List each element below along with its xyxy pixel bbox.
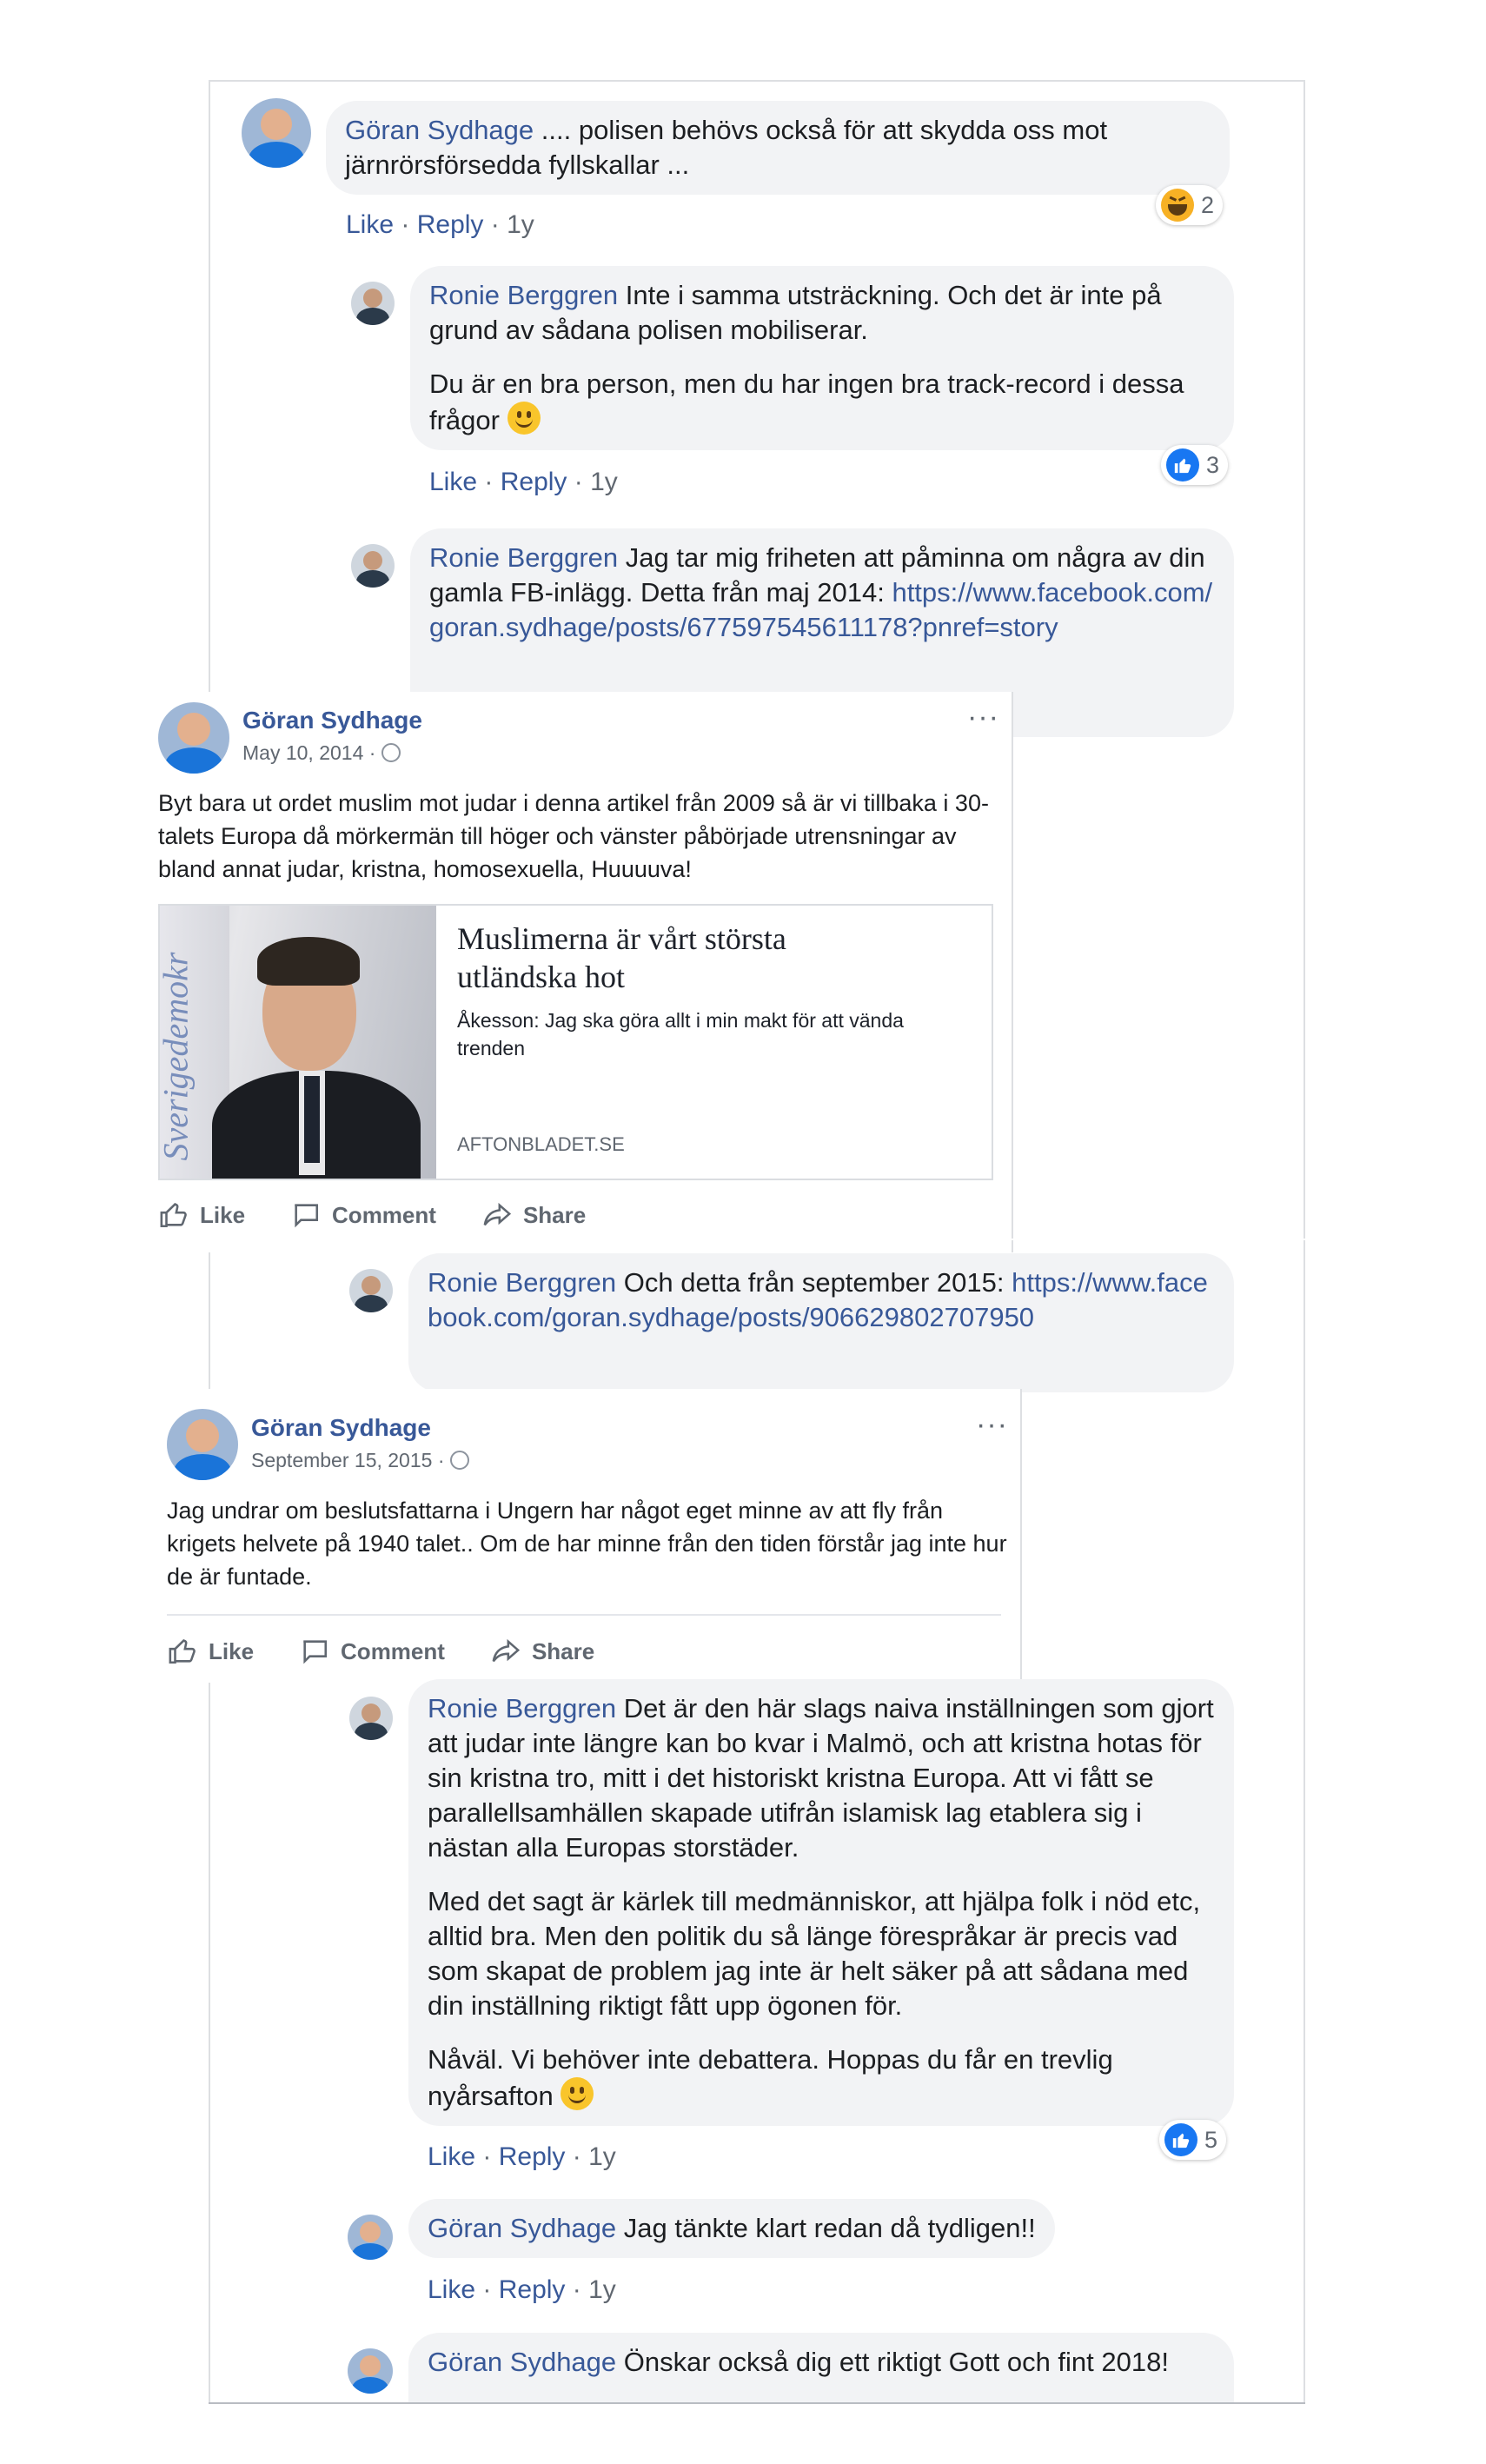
comment-timestamp[interactable]: 1y	[590, 468, 618, 496]
comment-author[interactable]: Ronie Berggren	[428, 1693, 616, 1723]
separator: ·	[572, 2275, 581, 2304]
separator: ·	[572, 2142, 581, 2171]
reaction-count[interactable]: 2	[1156, 185, 1224, 225]
avatar-ronie[interactable]	[349, 1697, 393, 1740]
post-like-button[interactable]: Like	[158, 1200, 245, 1230]
like-link[interactable]: Like	[428, 2275, 475, 2304]
post-options-button[interactable]: ···	[967, 702, 999, 732]
image-watermark-text: Sverigedemokr	[160, 952, 196, 1161]
comment-bubble: Göran Sydhage .... polisen behövs också …	[326, 101, 1230, 195]
post-date[interactable]: May 10, 2014 ·	[242, 741, 401, 765]
comment-author[interactable]: Ronie Berggren	[429, 542, 618, 573]
comment-bubble: Göran Sydhage Jag tänkte klart redan då …	[408, 2199, 1055, 2258]
post-like-button[interactable]: Like	[167, 1637, 254, 1666]
reaction-count[interactable]: 3	[1161, 445, 1229, 485]
comment-actions: Like · Reply · 1y	[429, 468, 618, 497]
comment-timestamp[interactable]: 1y	[588, 2142, 616, 2171]
reaction-number: 2	[1201, 191, 1215, 218]
comment-author[interactable]: Ronie Berggren	[428, 1267, 616, 1298]
comment-author[interactable]: Ronie Berggren	[429, 280, 618, 310]
avatar-ronie[interactable]	[349, 1269, 393, 1312]
like-reaction-icon	[1164, 2123, 1197, 2156]
avatar-goran[interactable]	[348, 2215, 393, 2260]
reply-link[interactable]: Reply	[417, 210, 484, 239]
post-share-button[interactable]: Share	[490, 1637, 594, 1666]
comment-timestamp[interactable]: 1y	[507, 210, 534, 239]
comment-icon	[295, 1204, 319, 1228]
post-comment-button[interactable]: Comment	[290, 1200, 436, 1230]
separator: ·	[484, 468, 494, 496]
comment-text: Önskar också dig ett riktigt Gott och fi…	[623, 2347, 1169, 2377]
comment-icon	[303, 1640, 328, 1664]
separator: ·	[401, 210, 410, 239]
comment-bubble: Ronie Berggren Det är den här slags naiv…	[408, 1679, 1234, 2126]
comment-actions: Like · Reply · 1y	[428, 2142, 616, 2172]
comment-text: Och detta från september 2015:	[623, 1267, 1005, 1298]
comment-text-2: Du är en bra person, men du har ingen br…	[429, 369, 1184, 435]
smiley-emoji-icon	[507, 402, 541, 435]
avatar-goran[interactable]	[242, 98, 311, 168]
share-icon	[492, 1638, 521, 1663]
reply-link[interactable]: Reply	[499, 2142, 566, 2171]
reply-link[interactable]: Reply	[501, 468, 567, 496]
panel-bottom-border	[209, 2402, 1305, 2404]
post-options-button[interactable]: ···	[976, 1410, 1008, 1439]
reaction-number: 3	[1206, 451, 1220, 478]
comment-bubble: Ronie Berggren Och detta från september …	[408, 1253, 1234, 1392]
reply-link[interactable]: Reply	[499, 2275, 566, 2304]
post-author-avatar[interactable]	[158, 702, 229, 774]
link-preview-title[interactable]: Muslimerna är vårt största utländska hot	[457, 920, 909, 996]
comment-text: Jag tänkte klart redan då tydligen!!	[623, 2213, 1036, 2243]
like-link[interactable]: Like	[429, 468, 477, 496]
post-text: Jag undrar om beslutsfattarna i Ungern h…	[167, 1498, 1007, 1590]
like-reaction-icon	[1166, 448, 1199, 482]
comment-paragraph-3: Nåväl. Vi behöver inte debattera. Hoppas…	[428, 2044, 1113, 2111]
post-action-bar: Like Comment Share	[167, 1637, 594, 1666]
separator: ·	[482, 2142, 492, 2171]
comment-bubble: Göran Sydhage Önskar också dig ett rikti…	[408, 2333, 1234, 2402]
like-link[interactable]: Like	[428, 2142, 475, 2171]
link-preview[interactable]: Sverigedemokr Muslimerna är vårt största…	[158, 904, 993, 1180]
divider	[167, 1614, 1001, 1616]
post-comment-button[interactable]: Comment	[299, 1637, 445, 1666]
separator: ·	[482, 2275, 492, 2304]
haha-reaction-icon	[1161, 189, 1194, 222]
comment-timestamp[interactable]: 1y	[588, 2275, 616, 2304]
avatar-goran[interactable]	[348, 2348, 393, 2394]
like-link[interactable]: Like	[346, 210, 394, 239]
post-action-bar: Like Comment Share	[158, 1200, 586, 1230]
post-text: Byt bara ut ordet muslim mot judar i den…	[158, 790, 989, 882]
thumbs-up-icon	[160, 1203, 187, 1228]
globe-icon	[449, 1451, 469, 1470]
link-preview-domain: AFTONBLADET.SE	[457, 1133, 625, 1155]
reaction-number: 5	[1204, 2126, 1218, 2153]
separator: ·	[490, 210, 500, 239]
comment-author[interactable]: Göran Sydhage	[345, 115, 534, 145]
post-date[interactable]: September 15, 2015 ·	[251, 1449, 469, 1472]
post-share-button[interactable]: Share	[481, 1200, 586, 1230]
avatar-ronie[interactable]	[351, 544, 395, 588]
thumbs-up-icon	[169, 1639, 196, 1664]
screenshot-gap	[137, 1239, 1310, 1240]
comment-author[interactable]: Göran Sydhage	[428, 2213, 616, 2243]
smiley-emoji-icon	[561, 2077, 594, 2110]
reaction-count[interactable]: 5	[1159, 2120, 1227, 2160]
link-preview-description: Åkesson: Jag ska göra allt i min makt fö…	[457, 1009, 904, 1059]
avatar-ronie[interactable]	[351, 282, 395, 325]
post-author-name[interactable]: Göran Sydhage	[242, 707, 422, 734]
comment-paragraph-2: Med det sagt är kärlek till medmänniskor…	[428, 1886, 1201, 2021]
comment-actions: Like · Reply · 1y	[428, 2275, 616, 2305]
separator: ·	[574, 468, 583, 496]
comment-author[interactable]: Göran Sydhage	[428, 2347, 616, 2377]
globe-icon	[381, 743, 401, 762]
comment-bubble: Ronie Berggren Inte i samma utsträckning…	[410, 266, 1234, 450]
link-preview-image: Sverigedemokr	[160, 906, 436, 1179]
share-icon	[483, 1202, 512, 1226]
comment-actions: Like · Reply · 1y	[346, 210, 534, 240]
post-author-avatar[interactable]	[167, 1409, 238, 1480]
post-author-name[interactable]: Göran Sydhage	[251, 1414, 431, 1442]
